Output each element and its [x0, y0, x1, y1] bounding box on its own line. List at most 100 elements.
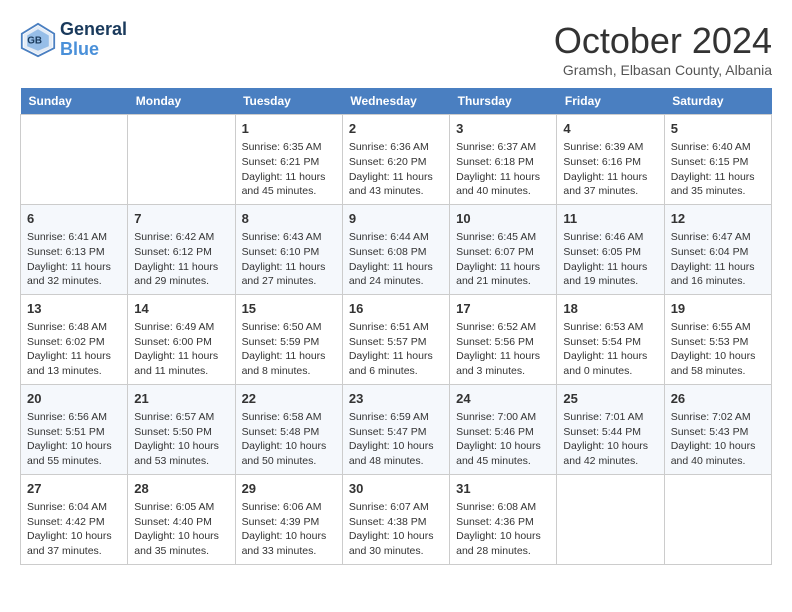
calendar-day-cell: 1Sunrise: 6:35 AMSunset: 6:21 PMDaylight…: [235, 115, 342, 205]
day-info: Sunrise: 6:42 AMSunset: 6:12 PMDaylight:…: [134, 230, 228, 289]
day-number: 8: [242, 210, 336, 228]
calendar-day-cell: 30 Sunrise: 6:07 AMSunset: 4:38 PMDayligh…: [342, 474, 449, 564]
calendar-day-cell: 20Sunrise: 6:56 AMSunset: 5:51 PMDayligh…: [21, 384, 128, 474]
day-number: 3: [456, 120, 550, 138]
calendar-day-cell: 28 Sunrise: 6:05 AMSunset: 4:40 PMDayligh…: [128, 474, 235, 564]
calendar-day-cell: 27Sunrise: 6:04 AMSunset: 4:42 PMDayligh…: [21, 474, 128, 564]
day-of-week-header: Thursday: [450, 88, 557, 115]
svg-text:GB: GB: [27, 35, 42, 46]
day-number: 24: [456, 390, 550, 408]
calendar-day-cell: 7 Sunrise: 6:42 AMSunset: 6:12 PMDaylight…: [128, 204, 235, 294]
day-info: Sunrise: 6:51 AMSunset: 5:57 PMDaylight:…: [349, 320, 443, 379]
day-number: 11: [563, 210, 657, 228]
day-number: 16: [349, 300, 443, 318]
day-number: 6: [27, 210, 121, 228]
calendar-day-cell: 19 Sunrise: 6:55 AMSunset: 5:53 PMDayligh…: [664, 294, 771, 384]
calendar-day-cell: 17 Sunrise: 6:52 AMSunset: 5:56 PMDayligh…: [450, 294, 557, 384]
calendar-week-row: 1Sunrise: 6:35 AMSunset: 6:21 PMDaylight…: [21, 115, 772, 205]
calendar-day-cell: 24 Sunrise: 7:00 AMSunset: 5:46 PMDayligh…: [450, 384, 557, 474]
day-number: 10: [456, 210, 550, 228]
day-info: Sunrise: 6:47 AMSunset: 6:04 PMDaylight:…: [671, 230, 765, 289]
month-title: October 2024: [554, 20, 772, 62]
calendar-day-cell: 12 Sunrise: 6:47 AMSunset: 6:04 PMDayligh…: [664, 204, 771, 294]
day-of-week-header: Tuesday: [235, 88, 342, 115]
day-of-week-header: Friday: [557, 88, 664, 115]
calendar-day-cell: 11 Sunrise: 6:46 AMSunset: 6:05 PMDayligh…: [557, 204, 664, 294]
day-info: Sunrise: 6:06 AMSunset: 4:39 PMDaylight:…: [242, 500, 336, 559]
calendar-day-cell: 22 Sunrise: 6:58 AMSunset: 5:48 PMDayligh…: [235, 384, 342, 474]
day-info: Sunrise: 6:07 AMSunset: 4:38 PMDaylight:…: [349, 500, 443, 559]
page-header: GB General Blue October 2024 Gramsh, Elb…: [20, 20, 772, 78]
calendar-day-cell: 16 Sunrise: 6:51 AMSunset: 5:57 PMDayligh…: [342, 294, 449, 384]
calendar-day-cell: 5Sunrise: 6:40 AMSunset: 6:15 PMDaylight…: [664, 115, 771, 205]
day-info: Sunrise: 6:45 AMSunset: 6:07 PMDaylight:…: [456, 230, 550, 289]
calendar-week-row: 20Sunrise: 6:56 AMSunset: 5:51 PMDayligh…: [21, 384, 772, 474]
day-info: Sunrise: 6:48 AMSunset: 6:02 PMDaylight:…: [27, 320, 121, 379]
day-info: Sunrise: 6:05 AMSunset: 4:40 PMDaylight:…: [134, 500, 228, 559]
day-info: Sunrise: 6:41 AMSunset: 6:13 PMDaylight:…: [27, 230, 121, 289]
day-info: Sunrise: 6:55 AMSunset: 5:53 PMDaylight:…: [671, 320, 765, 379]
day-info: Sunrise: 7:01 AMSunset: 5:44 PMDaylight:…: [563, 410, 657, 469]
day-info: Sunrise: 6:50 AMSunset: 5:59 PMDaylight:…: [242, 320, 336, 379]
day-number: 12: [671, 210, 765, 228]
day-info: Sunrise: 6:52 AMSunset: 5:56 PMDaylight:…: [456, 320, 550, 379]
calendar-day-cell: 18 Sunrise: 6:53 AMSunset: 5:54 PMDayligh…: [557, 294, 664, 384]
title-block: October 2024 Gramsh, Elbasan County, Alb…: [554, 20, 772, 78]
day-info: Sunrise: 6:39 AMSunset: 6:16 PMDaylight:…: [563, 140, 657, 199]
day-number: 30: [349, 480, 443, 498]
day-info: Sunrise: 6:53 AMSunset: 5:54 PMDaylight:…: [563, 320, 657, 379]
logo: GB General Blue: [20, 20, 127, 60]
day-info: Sunrise: 6:44 AMSunset: 6:08 PMDaylight:…: [349, 230, 443, 289]
day-of-week-header: Sunday: [21, 88, 128, 115]
day-info: Sunrise: 6:58 AMSunset: 5:48 PMDaylight:…: [242, 410, 336, 469]
calendar-body: 1Sunrise: 6:35 AMSunset: 6:21 PMDaylight…: [21, 115, 772, 565]
day-number: 14: [134, 300, 228, 318]
day-number: 4: [563, 120, 657, 138]
day-number: 2: [349, 120, 443, 138]
day-of-week-header: Monday: [128, 88, 235, 115]
calendar-day-cell: 26Sunrise: 7:02 AMSunset: 5:43 PMDayligh…: [664, 384, 771, 474]
day-number: 5: [671, 120, 765, 138]
calendar-week-row: 13Sunrise: 6:48 AMSunset: 6:02 PMDayligh…: [21, 294, 772, 384]
day-number: 28: [134, 480, 228, 498]
day-number: 22: [242, 390, 336, 408]
logo-text: General Blue: [60, 20, 127, 60]
day-number: 27: [27, 480, 121, 498]
calendar-day-cell: 10 Sunrise: 6:45 AMSunset: 6:07 PMDayligh…: [450, 204, 557, 294]
day-number: 21: [134, 390, 228, 408]
day-number: 15: [242, 300, 336, 318]
calendar-day-cell: 23Sunrise: 6:59 AMSunset: 5:47 PMDayligh…: [342, 384, 449, 474]
calendar-day-cell: 6 Sunrise: 6:41 AMSunset: 6:13 PMDaylight…: [21, 204, 128, 294]
day-info: Sunrise: 6:36 AMSunset: 6:20 PMDaylight:…: [349, 140, 443, 199]
calendar-day-cell: 21Sunrise: 6:57 AMSunset: 5:50 PMDayligh…: [128, 384, 235, 474]
calendar-day-cell: 3Sunrise: 6:37 AMSunset: 6:18 PMDaylight…: [450, 115, 557, 205]
day-number: 17: [456, 300, 550, 318]
calendar-week-row: 27Sunrise: 6:04 AMSunset: 4:42 PMDayligh…: [21, 474, 772, 564]
day-number: 18: [563, 300, 657, 318]
calendar-day-cell: 9 Sunrise: 6:44 AMSunset: 6:08 PMDaylight…: [342, 204, 449, 294]
calendar-day-cell: 15 Sunrise: 6:50 AMSunset: 5:59 PMDayligh…: [235, 294, 342, 384]
calendar-header-row: SundayMondayTuesdayWednesdayThursdayFrid…: [21, 88, 772, 115]
day-number: 9: [349, 210, 443, 228]
location: Gramsh, Elbasan County, Albania: [554, 62, 772, 78]
calendar-day-cell: [557, 474, 664, 564]
calendar-week-row: 6 Sunrise: 6:41 AMSunset: 6:13 PMDaylight…: [21, 204, 772, 294]
logo-icon: GB: [20, 22, 56, 58]
calendar-day-cell: [21, 115, 128, 205]
day-number: 19: [671, 300, 765, 318]
calendar-day-cell: 29 Sunrise: 6:06 AMSunset: 4:39 PMDayligh…: [235, 474, 342, 564]
calendar-day-cell: 14 Sunrise: 6:49 AMSunset: 6:00 PMDayligh…: [128, 294, 235, 384]
calendar-day-cell: 2 Sunrise: 6:36 AMSunset: 6:20 PMDaylight…: [342, 115, 449, 205]
day-number: 29: [242, 480, 336, 498]
day-number: 20: [27, 390, 121, 408]
day-info: Sunrise: 6:49 AMSunset: 6:00 PMDaylight:…: [134, 320, 228, 379]
calendar-day-cell: [664, 474, 771, 564]
day-number: 7: [134, 210, 228, 228]
calendar-day-cell: 31Sunrise: 6:08 AMSunset: 4:36 PMDayligh…: [450, 474, 557, 564]
day-info: Sunrise: 6:46 AMSunset: 6:05 PMDaylight:…: [563, 230, 657, 289]
calendar-day-cell: 4 Sunrise: 6:39 AMSunset: 6:16 PMDaylight…: [557, 115, 664, 205]
day-number: 26: [671, 390, 765, 408]
day-info: Sunrise: 7:00 AMSunset: 5:46 PMDaylight:…: [456, 410, 550, 469]
day-number: 23: [349, 390, 443, 408]
day-info: Sunrise: 6:35 AMSunset: 6:21 PMDaylight:…: [242, 140, 336, 199]
